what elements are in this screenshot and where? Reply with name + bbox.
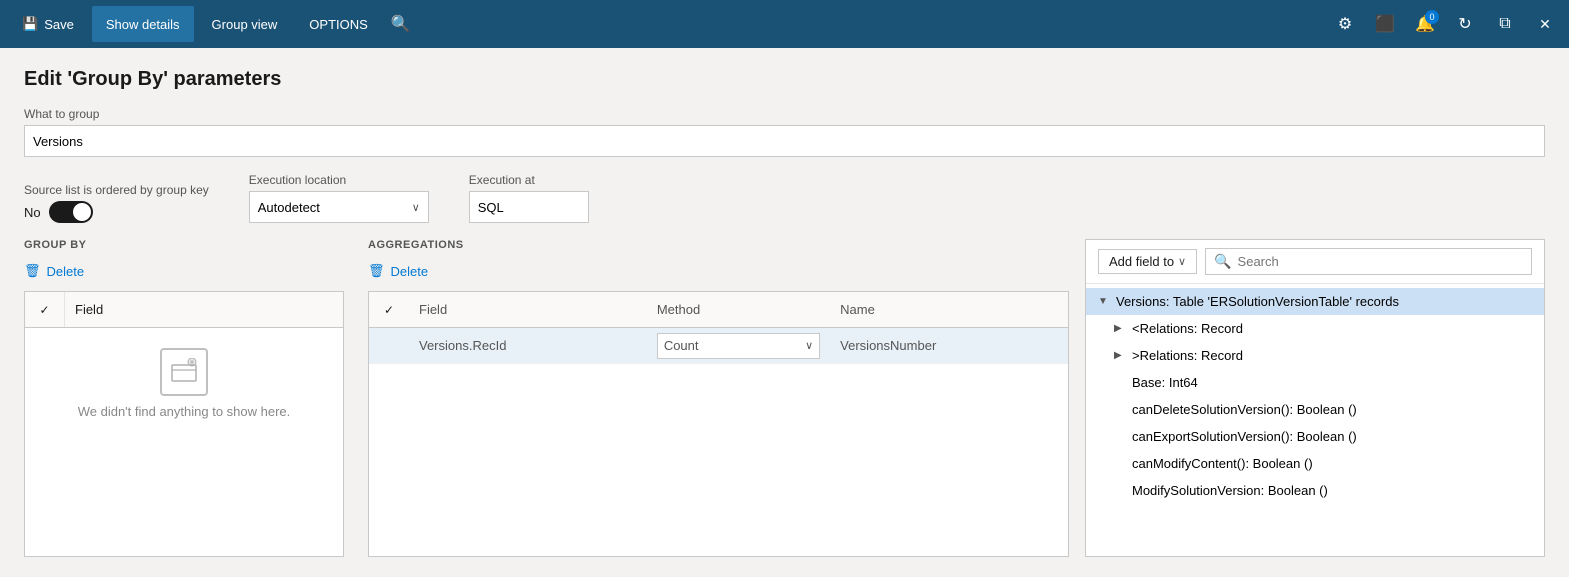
execution-location-label: Execution location (249, 173, 429, 187)
group-by-empty-state: We didn't find anything to show here. (25, 328, 343, 439)
right-panel-header: Add field to ∨ 🔍 (1086, 240, 1544, 284)
agg-row-method[interactable]: Count ∨ (647, 333, 830, 359)
empty-message: We didn't find anything to show here. (78, 404, 291, 419)
method-dropdown[interactable]: Count ∨ (657, 333, 820, 359)
agg-row-field: Versions.RecId (409, 338, 647, 353)
aggregations-panel: AGGREGATIONS 🗑 Delete ✓ Field Method Nam… (368, 239, 1069, 557)
list-item[interactable]: ▼ Versions: Table 'ERSolutionVersionTable… (1086, 288, 1544, 315)
agg-method-col-header: Method (647, 302, 830, 317)
tree-item-label: >Relations: Record (1132, 348, 1243, 363)
search-icon: 🔍 (391, 14, 411, 34)
tree-arrow-icon: ▶ (1114, 323, 1126, 334)
trash-icon: 🗑 (24, 263, 41, 279)
list-item[interactable]: Base: Int64 (1086, 369, 1544, 396)
list-item[interactable]: ▶ <Relations: Record (1086, 315, 1544, 342)
execution-location-value: Autodetect (258, 200, 320, 215)
source-ordered-toggle[interactable] (49, 201, 93, 223)
show-details-button[interactable]: Show details (92, 6, 194, 42)
toggle-row: No (24, 201, 209, 223)
agg-field-col-header: Field (409, 302, 647, 317)
group-by-delete-button[interactable]: 🗑 Delete (24, 259, 344, 283)
title-bar: 💾 Save Show details Group view OPTIONS 🔍… (0, 0, 1569, 48)
list-item[interactable]: canDeleteSolutionVersion(): Boolean () (1086, 396, 1544, 423)
aggregations-table: ✓ Field Method Name Versions.RecId Count… (368, 291, 1069, 557)
group-view-button[interactable]: Group view (198, 6, 292, 42)
tree-arrow-icon: ▼ (1098, 296, 1110, 307)
execution-at-label: Execution at (469, 173, 589, 187)
window-controls: ⚙ ⬛ 🔔 0 ↻ ⧉ ✕ (1329, 8, 1561, 40)
execution-at-field: SQL (469, 191, 589, 223)
list-item[interactable]: canExportSolutionVersion(): Boolean () (1086, 423, 1544, 450)
tree-arrow-icon: ▶ (1114, 350, 1126, 361)
agg-row-check (369, 328, 409, 363)
page-title: Edit 'Group By' parameters (24, 68, 1545, 91)
tree-item-label: <Relations: Record (1132, 321, 1243, 336)
search-button[interactable]: 🔍 (386, 9, 416, 39)
right-panel: Add field to ∨ 🔍 ▼ Versions: Table 'ERSol… (1085, 239, 1545, 557)
add-field-button[interactable]: Add field to ∨ (1098, 249, 1197, 274)
execution-location-group: Execution location Autodetect ∨ (249, 173, 429, 223)
close-button[interactable]: ✕ (1529, 8, 1561, 40)
group-by-field-col: Field (65, 302, 343, 317)
what-to-group-input[interactable] (24, 125, 1545, 157)
notification-badge: 0 (1425, 10, 1439, 24)
group-by-panel: GROUP BY 🗑 Delete ✓ Field (24, 239, 344, 557)
tree-container: ▼ Versions: Table 'ERSolutionVersionTable… (1086, 284, 1544, 556)
tree-item-label: Base: Int64 (1132, 375, 1198, 390)
execution-at-group: Execution at SQL (469, 173, 589, 223)
check-icon: ✓ (39, 303, 49, 317)
options-button[interactable]: OPTIONS (295, 6, 382, 42)
list-item[interactable]: ▶ >Relations: Record (1086, 342, 1544, 369)
aggregations-table-header: ✓ Field Method Name (369, 292, 1068, 328)
source-ordered-group: Source list is ordered by group key No (24, 183, 209, 223)
agg-row-name: VersionsNumber (830, 338, 1068, 353)
group-by-check-col: ✓ (25, 292, 65, 327)
agg-name-col-header: Name (830, 302, 1068, 317)
chevron-down-icon: ∨ (412, 201, 420, 214)
tree-item-label: canExportSolutionVersion(): Boolean () (1132, 429, 1357, 444)
aggregations-delete-button[interactable]: 🗑 Delete (368, 259, 1069, 283)
aggregations-header: AGGREGATIONS (368, 239, 1069, 259)
tree-item-label: Versions: Table 'ERSolutionVersionTable'… (1116, 294, 1399, 309)
empty-icon (160, 348, 208, 396)
toggle-thumb (73, 203, 91, 221)
agg-check-col: ✓ (369, 292, 409, 327)
method-chevron-icon: ∨ (805, 339, 813, 352)
options-row: Source list is ordered by group key No E… (24, 173, 1545, 223)
add-field-chevron-icon: ∨ (1178, 255, 1186, 268)
group-by-header: GROUP BY (24, 239, 344, 259)
tree-item-label: canDeleteSolutionVersion(): Boolean () (1132, 402, 1357, 417)
what-to-group-label: What to group (24, 107, 1545, 121)
group-by-table-header: ✓ Field (25, 292, 343, 328)
notification-icon-button[interactable]: 🔔 0 (1409, 8, 1441, 40)
list-item[interactable]: canModifyContent(): Boolean () (1086, 450, 1544, 477)
tree-item-label: ModifySolutionVersion: Boolean () (1132, 483, 1328, 498)
search-icon-right: 🔍 (1214, 253, 1231, 270)
what-to-group-section: What to group (24, 107, 1545, 157)
list-item[interactable]: ModifySolutionVersion: Boolean () (1086, 477, 1544, 504)
tree-item-label: canModifyContent(): Boolean () (1132, 456, 1313, 471)
save-button[interactable]: 💾 Save (8, 6, 88, 42)
source-ordered-label: Source list is ordered by group key (24, 183, 209, 197)
refresh-icon-button[interactable]: ↻ (1449, 8, 1481, 40)
main-content: Edit 'Group By' parameters What to group… (0, 48, 1569, 577)
search-input[interactable] (1238, 254, 1523, 269)
settings-icon-button[interactable]: ⚙ (1329, 8, 1361, 40)
restore-icon-button[interactable]: ⧉ (1489, 8, 1521, 40)
execution-location-dropdown[interactable]: Autodetect ∨ (249, 191, 429, 223)
save-icon: 💾 (22, 16, 38, 32)
office-icon-button[interactable]: ⬛ (1369, 8, 1401, 40)
toggle-value-label: No (24, 205, 41, 220)
panels-container: GROUP BY 🗑 Delete ✓ Field (24, 239, 1545, 557)
trash-icon-agg: 🗑 (368, 263, 385, 279)
table-row: Versions.RecId Count ∨ VersionsNumber (369, 328, 1068, 364)
group-by-table: ✓ Field (24, 291, 344, 557)
search-box: 🔍 (1205, 248, 1532, 275)
left-panels: GROUP BY 🗑 Delete ✓ Field (24, 239, 1069, 557)
